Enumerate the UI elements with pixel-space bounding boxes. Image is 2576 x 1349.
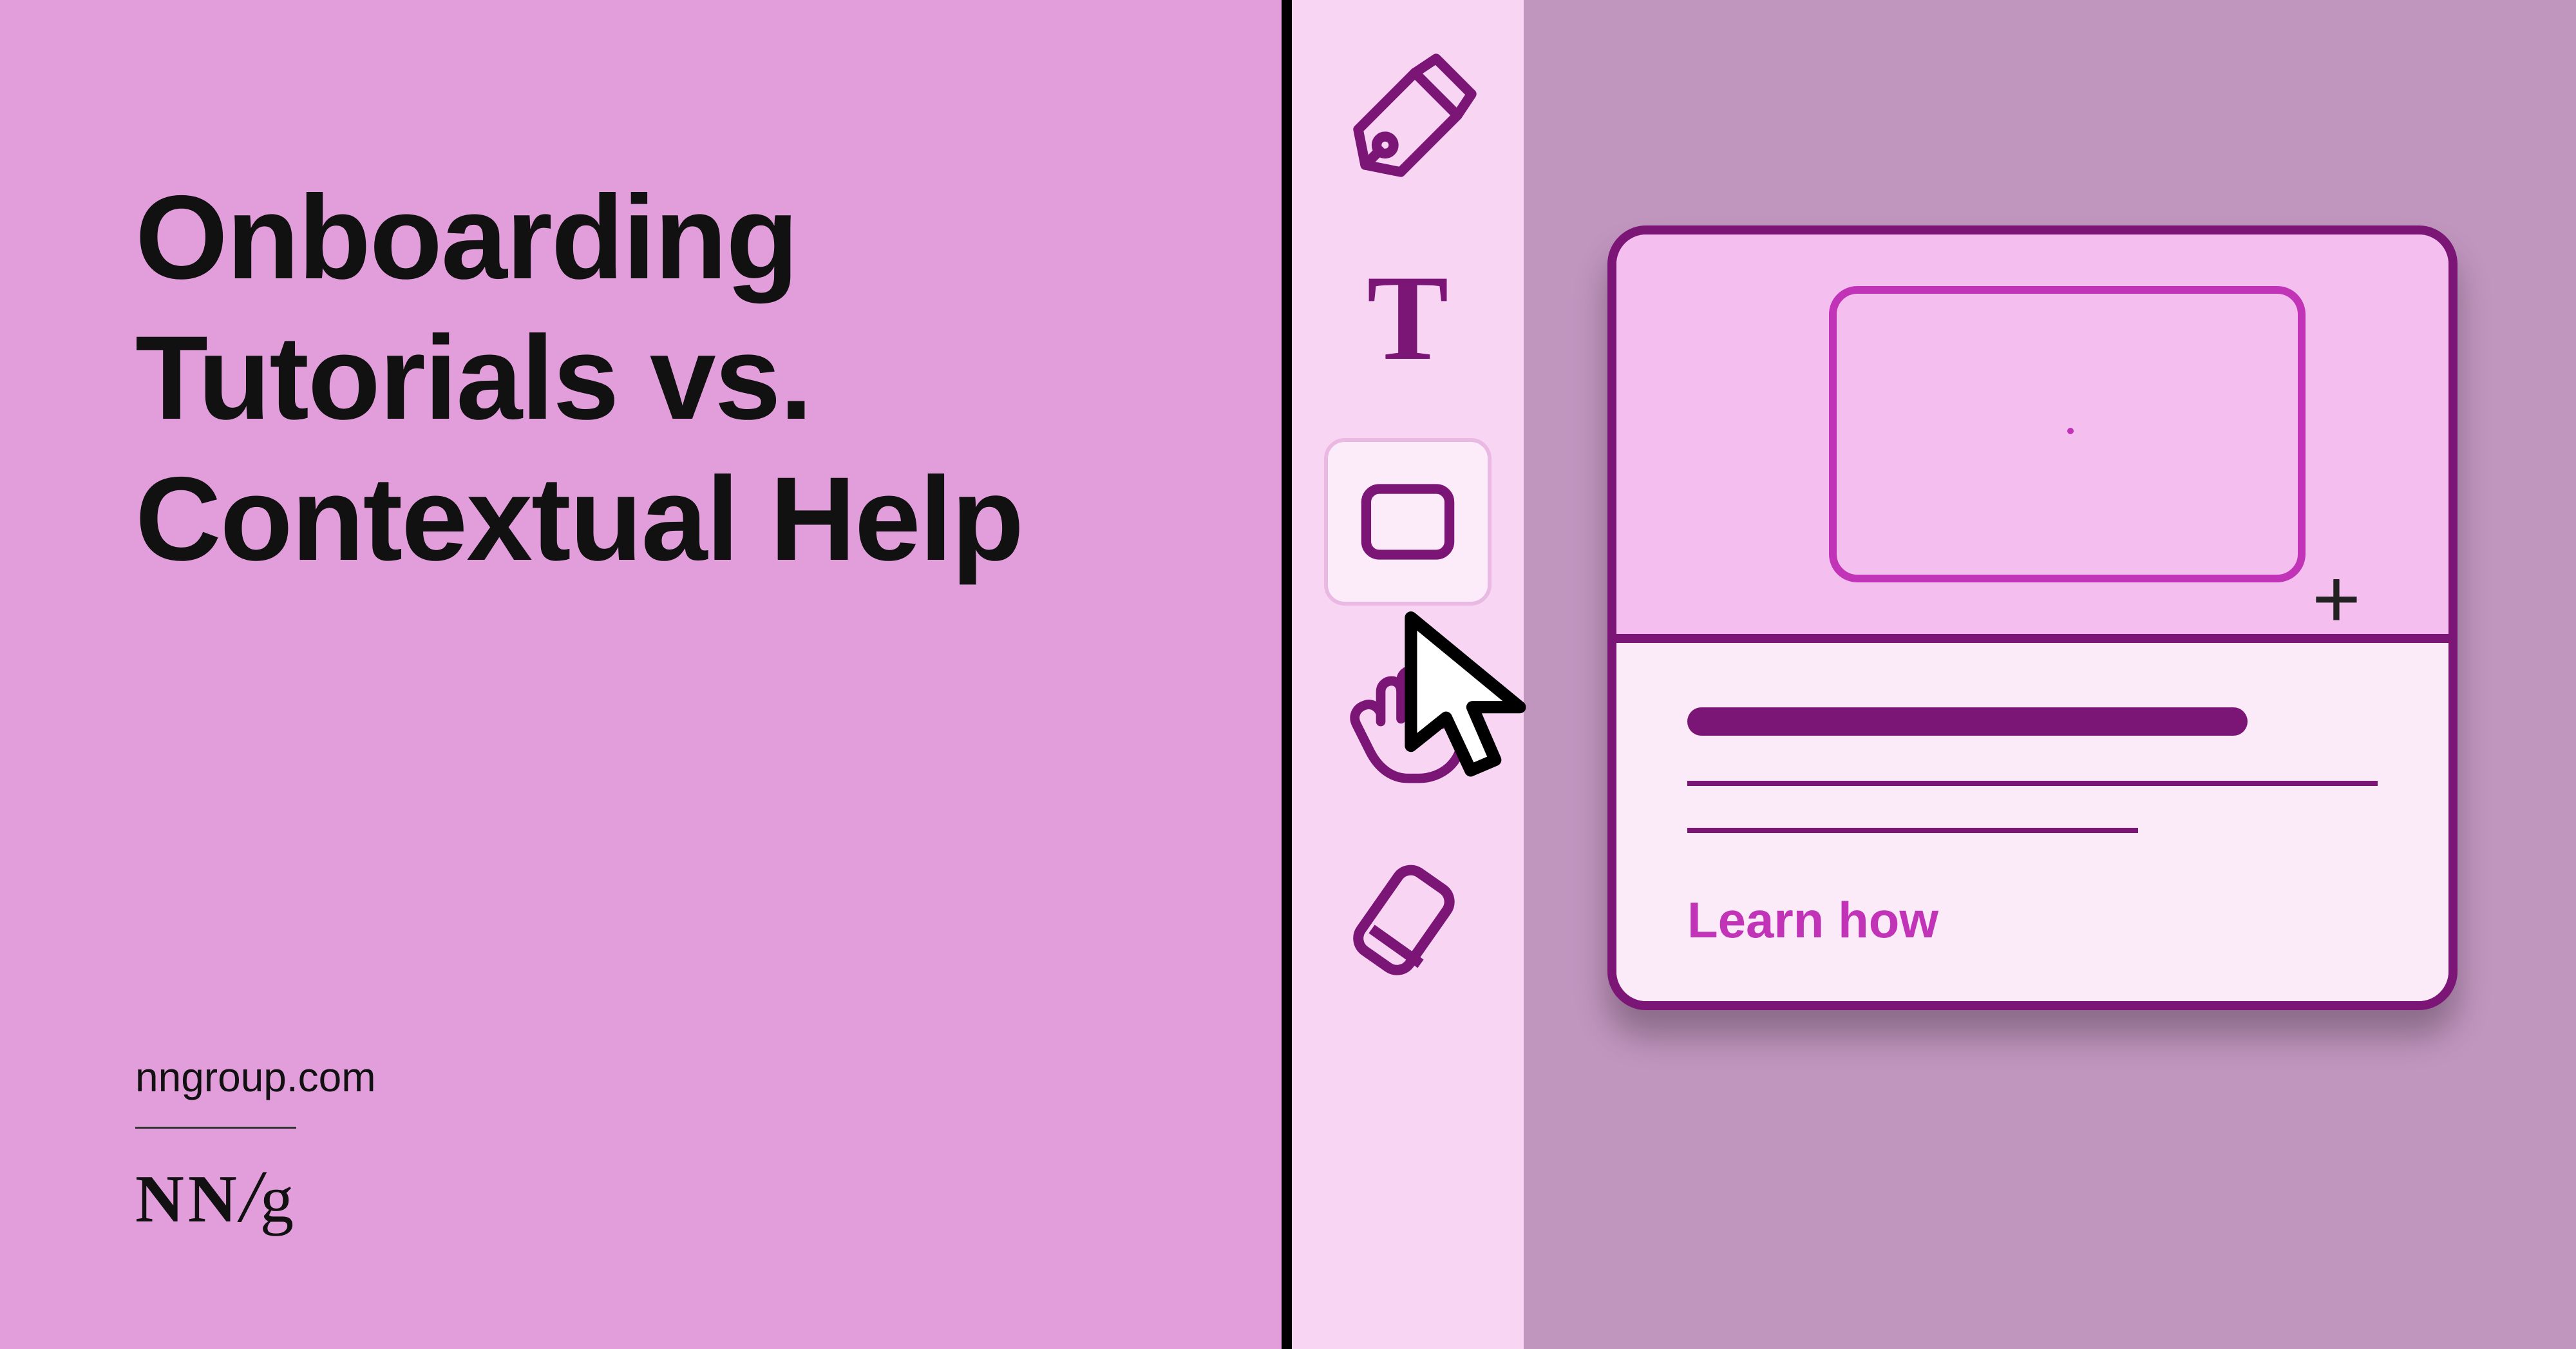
logo-g: g (260, 1161, 293, 1236)
pen-icon (1337, 52, 1479, 193)
tool-hand[interactable] (1324, 638, 1492, 805)
learn-how-link[interactable]: Learn how (1687, 892, 1938, 948)
tool-pen[interactable] (1324, 39, 1492, 206)
footer-block: nngroup.com NN/g (135, 1053, 1146, 1239)
divider (135, 1127, 296, 1129)
headline-panel: Onboarding Tutorials vs. Contextual Help… (0, 0, 1282, 1349)
toolbar: T (1292, 0, 1524, 1349)
page-title: Onboarding Tutorials vs. Contextual Help (135, 167, 1146, 589)
preview-rect (1829, 286, 2306, 582)
site-url: nngroup.com (135, 1053, 1146, 1101)
preview-center-dot (2067, 428, 2074, 434)
text-icon: T (1347, 261, 1469, 383)
popover-preview: + (1616, 234, 2448, 634)
tool-rectangle[interactable] (1324, 438, 1492, 606)
svg-text:T: T (1367, 261, 1449, 383)
rectangle-icon (1353, 467, 1463, 577)
hand-icon (1340, 654, 1475, 789)
popover-text-line (1687, 781, 2378, 786)
eraser-icon (1343, 857, 1472, 986)
nng-logo: NN/g (135, 1154, 1146, 1239)
help-popover: + Learn how (1607, 225, 2458, 1010)
illustration-panel: T + (1292, 0, 2576, 1349)
popover-title-placeholder (1687, 707, 2248, 736)
popover-text-line (1687, 828, 2138, 833)
popover-body: Learn how (1616, 634, 2448, 1001)
canvas-area: + Learn how (1524, 0, 2576, 1349)
vertical-divider (1282, 0, 1292, 1349)
logo-nn: NN (135, 1161, 241, 1236)
logo-slash: / (241, 1156, 260, 1238)
tool-eraser[interactable] (1324, 837, 1492, 1005)
tool-text[interactable]: T (1324, 238, 1492, 406)
plus-icon: + (2312, 557, 2361, 640)
